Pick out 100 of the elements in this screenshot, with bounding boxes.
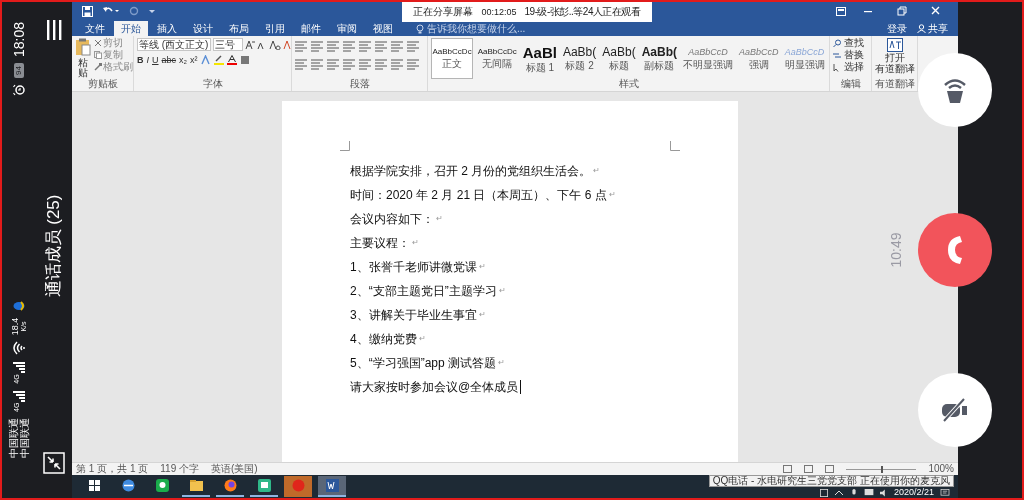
camera-off-icon <box>940 396 970 424</box>
ribbon-tab[interactable]: 视图 <box>366 21 400 36</box>
change-case-icon[interactable] <box>269 39 281 50</box>
microphone-icon <box>849 489 858 497</box>
document-line: 时间：2020 年 2 月 21 日（本周五）、下午 6 点 <box>350 187 607 204</box>
sign-in-link[interactable]: 登录 <box>883 21 911 36</box>
font-color-icon[interactable] <box>226 55 237 65</box>
paste-button[interactable]: 粘贴 <box>75 38 91 79</box>
clipboard-action[interactable]: 剪切 <box>94 38 133 48</box>
paragraph-mark: ↵ <box>498 357 506 369</box>
paragraph-mark: ↵ <box>478 309 486 321</box>
editing-action[interactable]: 选择 <box>833 62 864 72</box>
ribbon-tab[interactable]: 插入 <box>150 21 184 36</box>
document-line: 5、“学习强国”app 测试答题 <box>350 355 497 372</box>
status-text: 第 1 页，共 1 页 <box>76 464 149 474</box>
zoom-slider-thumb[interactable] <box>881 465 884 473</box>
person-icon <box>917 24 926 33</box>
carrier-name: 中国联通 <box>19 418 30 458</box>
ribbon-display-icon[interactable] <box>836 6 846 16</box>
ribbon-tab[interactable]: 邮件 <box>294 21 328 36</box>
document-line: 会议内容如下： <box>350 211 434 228</box>
round-logo-icon <box>289 477 307 494</box>
signal-icon <box>13 361 25 374</box>
document-line: 4、缴纳党费 <box>350 331 417 348</box>
battery-level: 94 <box>14 63 24 78</box>
group-label: 字体 <box>201 79 224 91</box>
corner-mark-icon <box>670 141 680 151</box>
globe-icon <box>119 477 137 494</box>
format-button[interactable]: x₂ <box>179 55 188 65</box>
menu-icon[interactable] <box>45 20 63 40</box>
editing-action[interactable]: 替换 <box>833 50 864 60</box>
word-icon <box>323 477 341 494</box>
customize-toolbar-icon[interactable] <box>149 8 155 14</box>
clock-time: 18:08 <box>12 22 26 58</box>
format-button[interactable]: U <box>152 55 159 65</box>
copy-icon <box>94 51 102 59</box>
ribbon-tab[interactable]: 文件 <box>78 21 112 36</box>
document-line: 2、“支部主题党日”主题学习 <box>350 283 497 300</box>
style-option[interactable]: AaBb( 副标题 <box>640 38 679 79</box>
ribbon-tab[interactable]: 设计 <box>186 21 220 36</box>
paragraph-mark: ↵ <box>608 189 616 201</box>
collapse-icon[interactable] <box>43 452 65 474</box>
style-option[interactable]: AaBl 标题 1 <box>521 38 559 79</box>
status-text: 英语(美国) <box>211 464 258 474</box>
volume-icon <box>879 489 888 497</box>
document-line: 根据学院安排，召开 2 月份的党组织生活会。 <box>350 163 592 180</box>
ribbon-tab[interactable]: 引用 <box>258 21 292 36</box>
style-option[interactable]: AaBbCcD 强调 <box>737 38 780 79</box>
chat-bubble-icon <box>153 477 171 494</box>
search-icon <box>833 38 842 48</box>
share-button[interactable]: 共享 <box>913 21 952 36</box>
wifi-icon <box>13 341 25 356</box>
translate-button[interactable]: 打开 有道翻译 <box>875 38 914 79</box>
format-button[interactable]: x² <box>190 55 198 65</box>
replace-icon <box>833 50 842 60</box>
read-mode-icon[interactable] <box>783 465 793 473</box>
ribbon-tab[interactable]: 布局 <box>222 21 256 36</box>
highlight-icon[interactable] <box>213 55 224 65</box>
scissors-icon <box>94 39 102 47</box>
style-option[interactable]: AaBbCcDc 无间隔 <box>476 38 519 79</box>
viewers-count: 19-级-张彭..等24人正在观看 <box>524 7 641 17</box>
document-line: 3、讲解关于毕业生事宜 <box>350 307 477 324</box>
format-button[interactable]: B <box>137 55 144 65</box>
tooltip: QQ电话 - 水电研究生三党党支部 正在使用你的麦克风 <box>708 475 954 487</box>
tray-expand-icon[interactable] <box>833 489 844 497</box>
ribbon-tab[interactable]: 审阅 <box>330 21 364 36</box>
style-option[interactable]: AaBb( 标题 <box>600 38 638 79</box>
paragraph-mark: ↵ <box>412 237 419 249</box>
grow-font-icon[interactable] <box>245 39 255 50</box>
document-line: 1、张誉千老师讲微党课 <box>350 259 477 276</box>
style-option[interactable]: AaBbCcD 明显强调 <box>783 38 826 79</box>
style-option[interactable]: AaBb( 标题 2 <box>561 38 598 79</box>
share-status: 正在分享屏幕 <box>413 7 474 17</box>
group-label: 剪贴板 <box>86 79 119 91</box>
taskbar-app[interactable] <box>250 476 278 497</box>
call-members-title: 通话成员 (25) <box>43 194 65 298</box>
signal-icon <box>13 389 25 402</box>
print-layout-icon[interactable] <box>804 465 814 473</box>
font-name-field[interactable]: 等线 (西文正文) <box>137 38 211 51</box>
group-label: 段落 <box>348 79 371 91</box>
ribbon-tab[interactable]: 开始 <box>114 21 148 36</box>
style-option[interactable]: AaBbCcDc 正文 <box>431 38 474 79</box>
save-icon[interactable] <box>82 5 93 17</box>
carrier-name: 中国联通 <box>8 418 19 458</box>
format-button[interactable]: I <box>146 55 149 65</box>
editing-action[interactable]: 查找 <box>833 38 864 48</box>
editor-icon <box>255 477 273 494</box>
text-effects-icon[interactable] <box>200 55 211 65</box>
corner-mark-icon <box>340 141 350 151</box>
action-center-icon[interactable] <box>940 489 950 497</box>
web-layout-icon[interactable] <box>825 465 835 473</box>
font-size-field[interactable]: 三号 <box>213 38 243 51</box>
shading-icon[interactable] <box>239 55 250 65</box>
style-option[interactable]: AaBbCcD 不明显强调 <box>681 38 735 79</box>
format-button[interactable]: abc <box>161 55 177 65</box>
alarm-icon <box>13 83 25 96</box>
paragraph-mark: ↵ <box>436 213 443 225</box>
tell-me-field[interactable]: 告诉我你想要做什么... <box>427 22 577 35</box>
document-line: 主要议程： <box>350 235 410 252</box>
group-label: 有道翻译 <box>873 79 916 91</box>
